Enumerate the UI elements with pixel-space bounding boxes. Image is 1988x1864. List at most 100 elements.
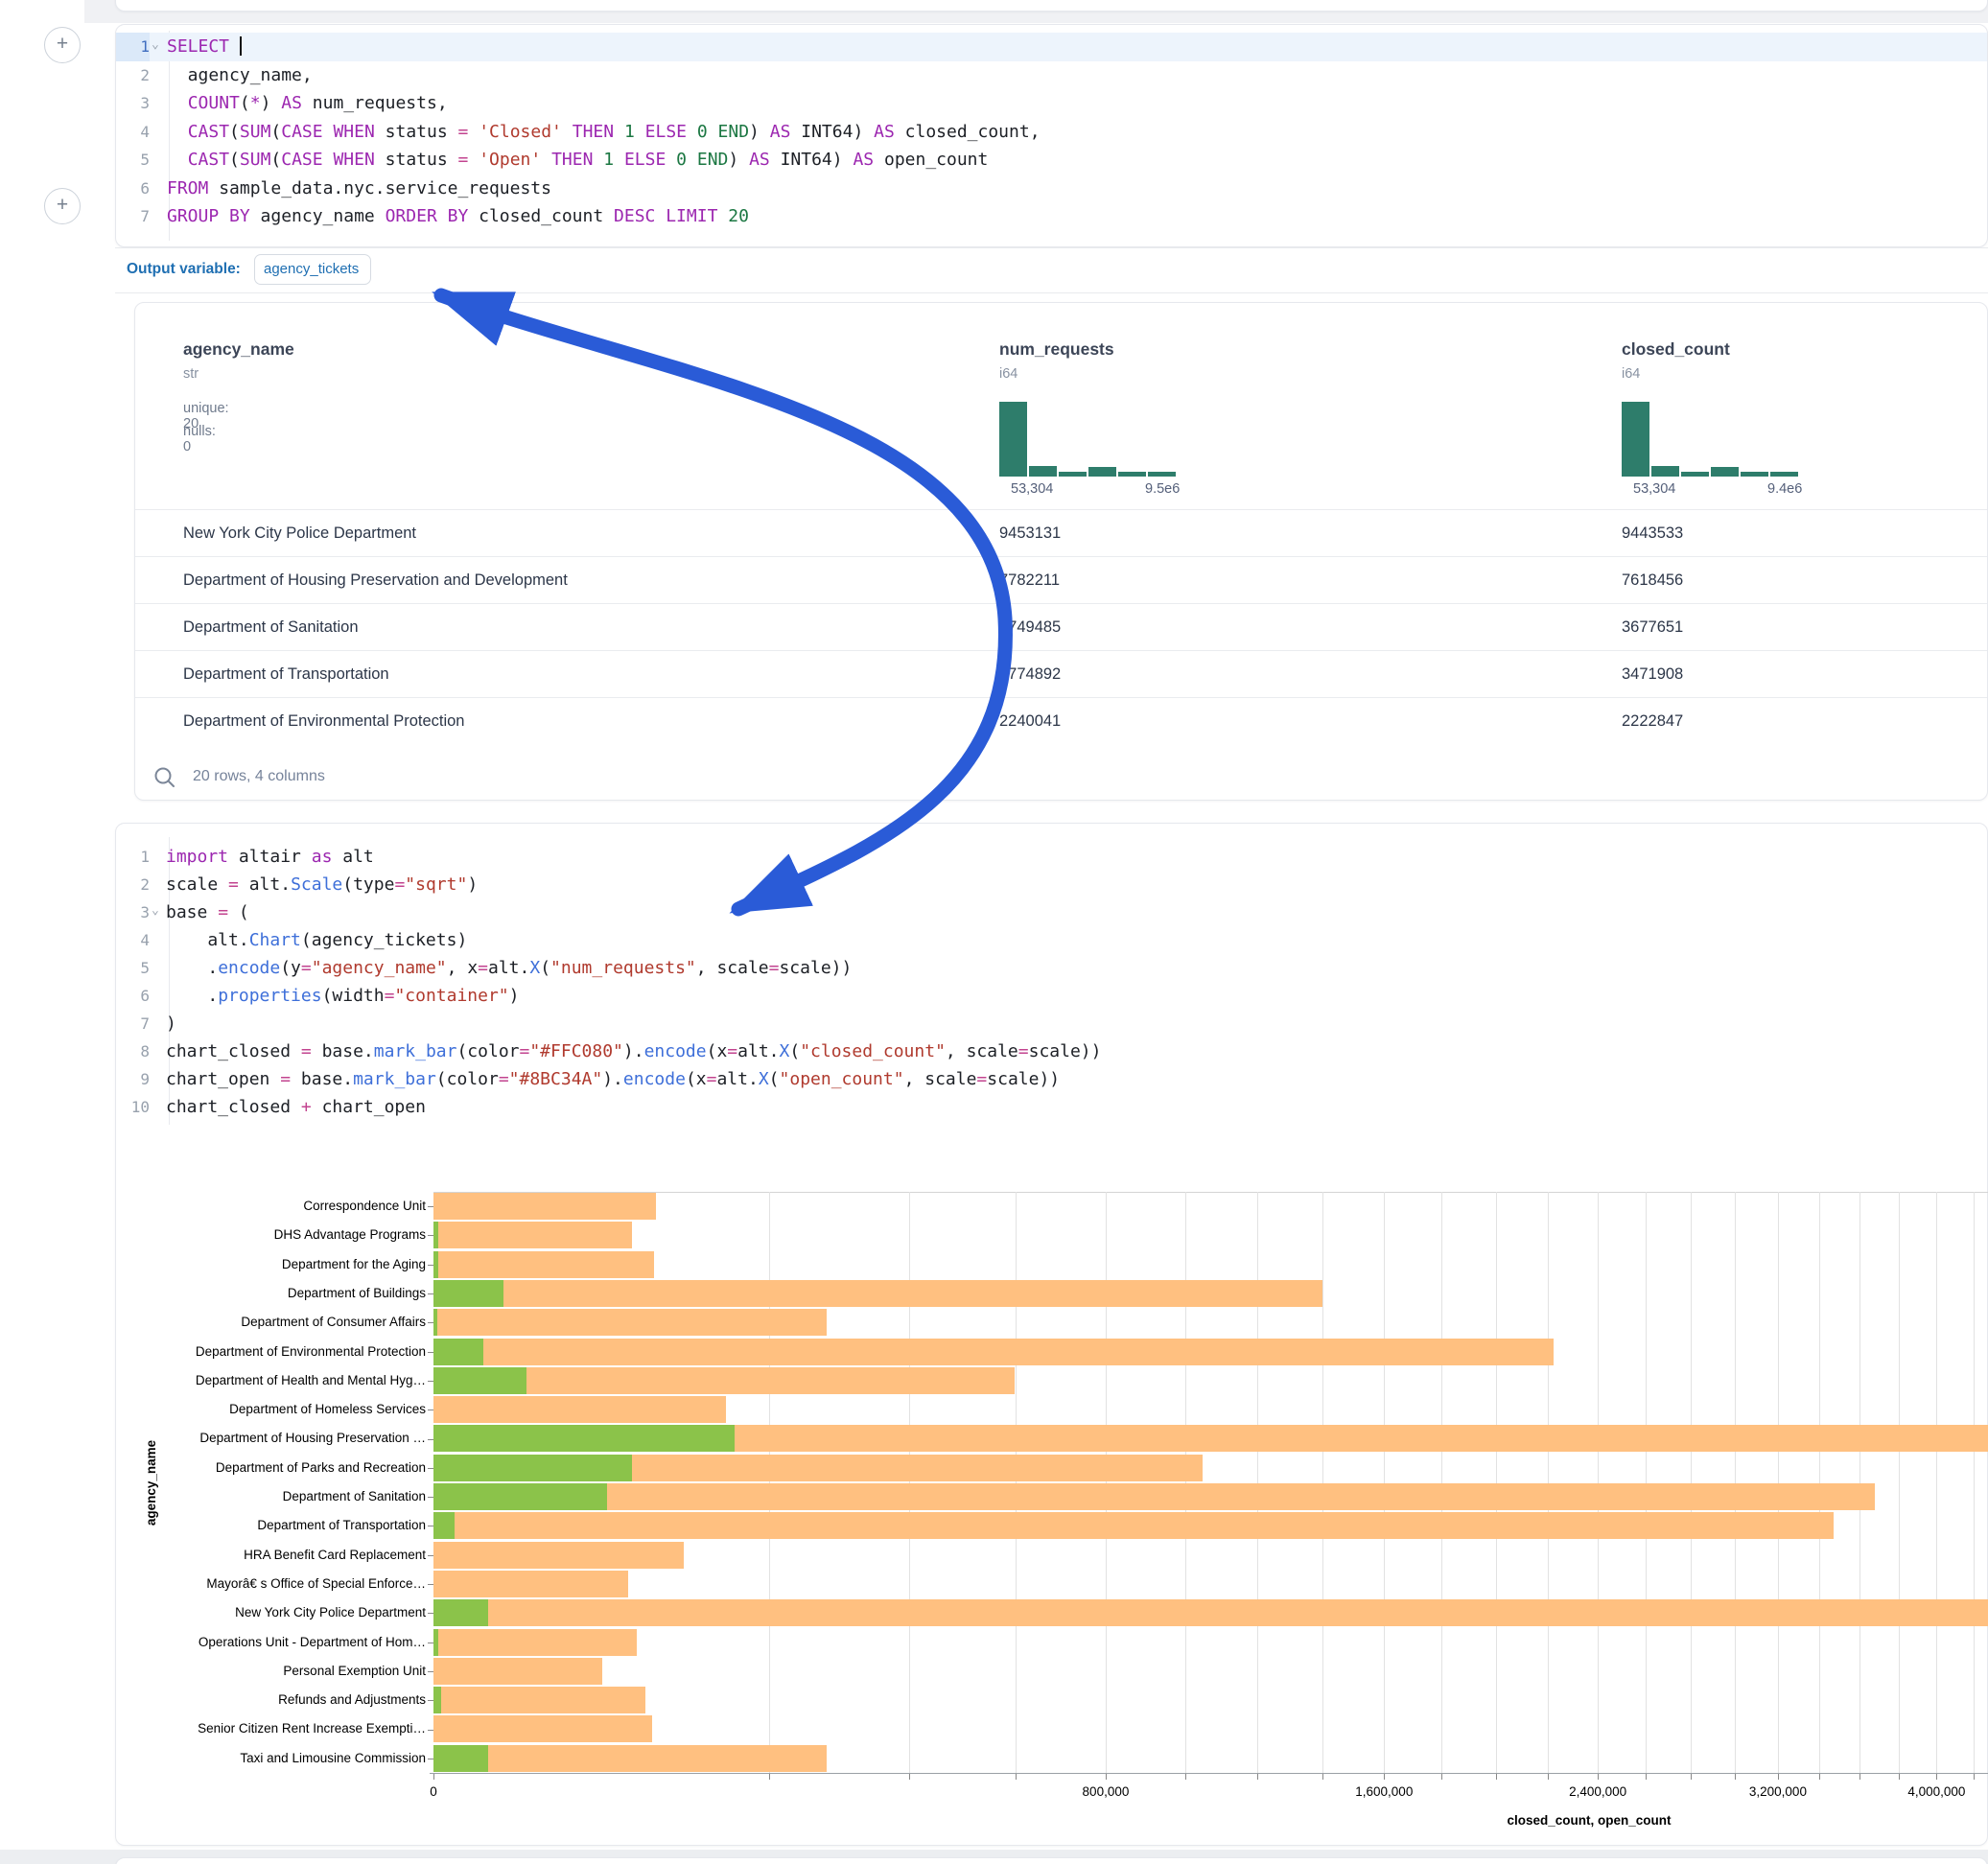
line-number: 6 <box>116 175 150 203</box>
table-row: New York City Police Department945313194… <box>135 509 1987 557</box>
x-axis-tick <box>1016 1773 1017 1780</box>
search-icon[interactable] <box>152 765 177 790</box>
output-variable-badge[interactable]: agency_tickets <box>254 254 371 285</box>
y-axis-label: Correspondence Unit <box>116 1199 426 1213</box>
bar-closed-count <box>433 1745 827 1772</box>
x-axis-tick-label: 800,000 <box>1083 1784 1130 1799</box>
x-axis-tick <box>1106 1773 1107 1780</box>
code-line[interactable]: 4 CAST(SUM(CASE WHEN status = 'Closed' T… <box>116 118 1987 147</box>
bar-closed-count <box>433 1280 1322 1307</box>
x-axis-tick <box>1778 1773 1779 1780</box>
line-number: 1 <box>116 33 150 61</box>
add-cell-button-top[interactable]: + <box>44 27 81 63</box>
y-axis-title: agency_name <box>144 1440 158 1526</box>
line-number: 2 <box>116 871 150 899</box>
line-number: 3 <box>116 898 150 927</box>
y-axis-label: Department of Parks and Recreation <box>116 1460 426 1475</box>
code-line[interactable]: 5 CAST(SUM(CASE WHEN status = 'Open' THE… <box>116 146 1987 175</box>
y-axis-label: HRA Benefit Card Replacement <box>116 1548 426 1562</box>
bar-closed-count <box>433 1571 628 1597</box>
y-axis-label: DHS Advantage Programs <box>116 1227 426 1242</box>
code-line[interactable]: 3⌄base = ( <box>116 898 1987 927</box>
code-line[interactable]: 2scale = alt.Scale(type="sqrt") <box>116 871 1987 899</box>
code-line[interactable]: 6FROM sample_data.nyc.service_requests <box>116 175 1987 203</box>
bar-open-count <box>433 1512 455 1539</box>
fold-chevron-icon[interactable]: ⌄ <box>152 31 159 59</box>
x-axis-tick <box>1548 1773 1549 1780</box>
y-axis-label: Mayorâ€ s Office of Special Enforce… <box>116 1576 426 1591</box>
add-cell-button-middle[interactable]: + <box>44 188 81 224</box>
previous-cell-edge <box>115 0 1988 12</box>
altair-chart: 0800,0001,600,0002,400,0003,200,0004,000… <box>116 1178 1987 1830</box>
y-axis-label: Operations Unit - Department of Hom… <box>116 1635 426 1649</box>
x-axis-tick <box>909 1773 910 1780</box>
x-axis-tick <box>1257 1773 1258 1780</box>
bar-closed-count <box>433 1687 645 1713</box>
sql-cell: 1⌄SELECT 2 agency_name,3 COUNT(*) AS num… <box>115 24 1988 247</box>
bar-closed-count <box>433 1483 1875 1510</box>
code-line[interactable]: 9chart_open = base.mark_bar(color="#8BC3… <box>116 1065 1987 1094</box>
table-row: Department of Transportation377489234719… <box>135 650 1987 698</box>
bar-open-count <box>433 1483 607 1510</box>
python-code-editor[interactable]: 1import altair as alt2scale = alt.Scale(… <box>116 824 1987 1121</box>
output-variable-label: Output variable: <box>127 261 241 278</box>
line-number: 6 <box>116 982 150 1011</box>
x-axis-line <box>430 1773 1988 1774</box>
x-axis-tick <box>1646 1773 1647 1780</box>
sql-code-editor[interactable]: 1⌄SELECT 2 agency_name,3 COUNT(*) AS num… <box>116 25 1987 246</box>
x-axis-tick <box>1899 1773 1900 1780</box>
x-axis-tick <box>1598 1773 1599 1780</box>
column-histogram <box>1622 402 1804 477</box>
bar-closed-count <box>433 1396 726 1423</box>
line-number: 4 <box>116 926 150 955</box>
line-number: 2 <box>116 61 150 90</box>
bar-closed-count <box>433 1658 602 1685</box>
y-axis-label: New York City Police Department <box>116 1605 426 1619</box>
notebook-page: + + 1⌄SELECT 2 agency_name,3 COUNT(*) AS… <box>0 0 1988 1864</box>
bar-closed-count <box>433 1599 1988 1626</box>
table-row: Department of Sanitation37494853677651 <box>135 603 1987 651</box>
table-row: Department of Housing Preservation and D… <box>135 556 1987 604</box>
code-line[interactable]: 5 .encode(y="agency_name", x=alt.X("num_… <box>116 954 1987 983</box>
line-number: 5 <box>116 146 150 175</box>
x-axis-tick <box>433 1773 434 1780</box>
code-line[interactable]: 6 .properties(width="container") <box>116 982 1987 1011</box>
y-axis-label: Department of Health and Mental Hyg… <box>116 1373 426 1387</box>
code-line[interactable]: 7) <box>116 1010 1987 1038</box>
code-line[interactable]: 1import altair as alt <box>116 843 1987 872</box>
bar-closed-count <box>433 1629 637 1656</box>
x-axis-tick <box>1384 1773 1385 1780</box>
bar-closed-count <box>433 1251 654 1278</box>
y-axis-label: Department for the Aging <box>116 1257 426 1271</box>
x-axis-tick <box>1735 1773 1736 1780</box>
code-line[interactable]: 10chart_closed + chart_open <box>116 1093 1987 1122</box>
table-row: Department of Environmental Protection22… <box>135 697 1987 745</box>
y-axis-label: Department of Consumer Affairs <box>116 1315 426 1329</box>
next-cell-edge <box>115 1857 1988 1864</box>
code-line[interactable]: 3 COUNT(*) AS num_requests, <box>116 89 1987 118</box>
x-axis-tick <box>1185 1773 1186 1780</box>
bar-closed-count <box>433 1715 652 1742</box>
code-line[interactable]: 7GROUP BY agency_name ORDER BY closed_co… <box>116 202 1987 231</box>
y-axis-label: Department of Environmental Protection <box>116 1344 426 1359</box>
bar-open-count <box>433 1339 483 1365</box>
code-line[interactable]: 2 agency_name, <box>116 61 1987 90</box>
column-histogram <box>999 402 1181 477</box>
line-number: 1 <box>116 843 150 872</box>
fold-chevron-icon[interactable]: ⌄ <box>152 897 159 925</box>
line-number: 7 <box>116 1010 150 1038</box>
code-line[interactable]: 4 alt.Chart(agency_tickets) <box>116 926 1987 955</box>
code-line[interactable]: 8chart_closed = base.mark_bar(color="#FF… <box>116 1037 1987 1066</box>
y-axis-label: Taxi and Limousine Commission <box>116 1751 426 1765</box>
x-axis-tick-label: 1,600,000 <box>1355 1784 1413 1799</box>
bar-closed-count <box>433 1193 656 1220</box>
x-axis-tick <box>1936 1773 1937 1780</box>
bar-closed-count <box>433 1542 684 1569</box>
code-line[interactable]: 1⌄SELECT <box>116 33 1987 61</box>
line-number: 5 <box>116 954 150 983</box>
text-cursor <box>240 36 242 56</box>
line-number: 8 <box>116 1037 150 1066</box>
bar-closed-count <box>433 1339 1554 1365</box>
x-axis-tick-label: 0 <box>430 1784 437 1799</box>
y-axis-label: Refunds and Adjustments <box>116 1692 426 1707</box>
